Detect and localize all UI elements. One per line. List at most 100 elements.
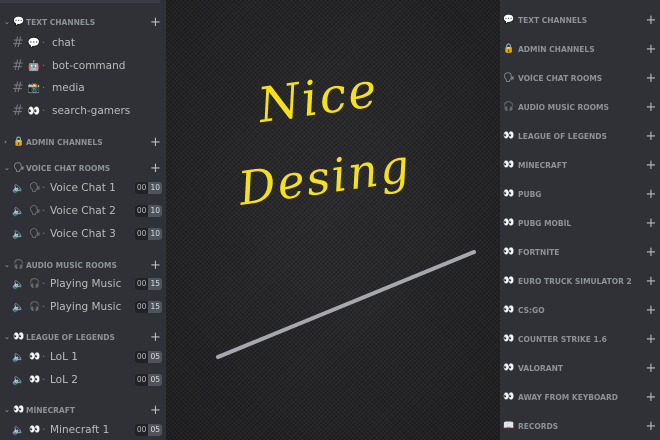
channel-media[interactable]: # 📸 · media: [12, 78, 162, 98]
category-text-channels[interactable]: 💬 TEXT CHANNELS +: [500, 10, 660, 30]
eyes-icon: 👀: [503, 189, 515, 199]
add-channel-icon[interactable]: +: [150, 135, 161, 150]
category-away-from-keyboard[interactable]: 👀 AWAY FROM KEYBOARD +: [500, 387, 660, 407]
add-channel-icon[interactable]: +: [642, 216, 660, 231]
speech-bubble-icon: 💬: [27, 37, 41, 49]
add-channel-icon[interactable]: +: [642, 13, 660, 28]
category-csgo[interactable]: 👀 CS:GO +: [500, 300, 660, 320]
category-league-of-legends[interactable]: ⌄ 👀 LEAGUE OF LEGENDS +: [4, 329, 161, 345]
add-channel-icon[interactable]: +: [642, 303, 660, 318]
lock-icon: 🔒: [13, 137, 25, 147]
channel-name: bot-command: [52, 60, 126, 72]
channel-name: chat: [52, 37, 75, 49]
speaker-icon: 🔈: [12, 424, 25, 436]
category-minecraft[interactable]: 👀 MİNECRAFT +: [500, 155, 660, 175]
add-channel-icon[interactable]: +: [642, 100, 660, 115]
left-channel-sidebar: ⌄ 💬 TEXT CHANNELS + # 💬 · chat # 🤖 · bot…: [0, 0, 166, 440]
chevron-down-icon: ⌄: [4, 406, 10, 414]
category-label: PUBG MOBİL: [518, 218, 572, 228]
add-channel-icon[interactable]: +: [150, 258, 161, 273]
channel-name: Voice Chat 2: [50, 205, 116, 217]
category-valorant[interactable]: 👀 VALORANT +: [500, 358, 660, 378]
chevron-right-icon: ›: [4, 138, 7, 146]
category-admin-channels[interactable]: 🔒 ADMİN CHANNELS +: [500, 39, 660, 59]
minecraft-channel-1[interactable]: 🔈 👀 · Minecraft 1 00 05: [12, 420, 162, 440]
eyes-icon: 👀: [29, 352, 41, 362]
add-channel-icon[interactable]: +: [642, 390, 660, 405]
category-text-channels[interactable]: ⌄ 💬 TEXT CHANNELS +: [4, 14, 161, 30]
channel-name: LoL 2: [50, 374, 78, 386]
category-label: AWAY FROM KEYBOARD: [518, 392, 618, 402]
eyes-icon: 👀: [503, 334, 515, 344]
lol-channel-2[interactable]: 🔈 👀 · LoL 2 00 05: [12, 370, 162, 390]
channel-name: Minecraft 1: [50, 424, 110, 436]
voice-channel-1[interactable]: 🔈 🗣 · Voice Chat 1 00 10: [12, 178, 162, 198]
add-channel-icon[interactable]: +: [642, 158, 660, 173]
category-label: EURO TRUCK SIMULATOR 2: [518, 276, 632, 286]
eyes-icon: 👀: [27, 105, 41, 117]
category-league-of-legends[interactable]: 👀 LEAGUE OF LEGENDS +: [500, 126, 660, 146]
category-records[interactable]: 📖 RECORDS +: [500, 416, 660, 436]
underline-stroke: [216, 250, 476, 359]
channel-name: Playing Music: [50, 278, 122, 290]
add-channel-icon[interactable]: +: [642, 71, 660, 86]
channel-name: LoL 1: [50, 351, 78, 363]
category-voice-chat-rooms[interactable]: 🗣 VOİCE CHAT ROOMS +: [500, 68, 660, 88]
headphones-icon: 🎧: [13, 260, 25, 270]
add-channel-icon[interactable]: +: [642, 129, 660, 144]
speaker-icon: 🔈: [12, 351, 25, 363]
category-counter-strike-16[interactable]: 👀 COUNTER STRIKE 1.6 +: [500, 329, 660, 349]
channel-search-gamers[interactable]: # 👀 · search-gamers: [12, 101, 162, 121]
category-label: VALORANT: [518, 363, 563, 373]
user-limit-badge: 00 15: [134, 278, 162, 290]
category-pubg-mobil[interactable]: 👀 PUBG MOBİL +: [500, 213, 660, 233]
category-label: LEAGUE OF LEGENDS: [518, 131, 607, 141]
headphones-icon: 🎧: [503, 102, 515, 112]
speaker-icon: 🔈: [12, 205, 25, 217]
music-channel-2[interactable]: 🔈 🎧 · Playing Music 00 15: [12, 297, 162, 317]
add-channel-icon[interactable]: +: [642, 361, 660, 376]
speaker-icon: 🔈: [12, 374, 25, 386]
user-limit-badge: 00 05: [134, 351, 162, 363]
add-channel-icon[interactable]: +: [150, 161, 161, 176]
hash-icon: #: [12, 80, 24, 96]
lol-channel-1[interactable]: 🔈 👀 · LoL 1 00 05: [12, 347, 162, 367]
voice-channel-3[interactable]: 🔈 🗣 · Voice Chat 3 00 10: [12, 224, 162, 244]
channel-chat[interactable]: # 💬 · chat: [12, 33, 162, 53]
category-admin-channels[interactable]: › 🔒 ADMİN CHANNELS +: [4, 134, 161, 150]
category-voice-chat-rooms[interactable]: ⌄ 🗣 VOİCE CHAT ROOMS +: [4, 160, 161, 176]
add-channel-icon[interactable]: +: [642, 419, 660, 434]
add-channel-icon[interactable]: +: [642, 274, 660, 289]
category-label: AUDİO MUSİC ROOMS: [26, 260, 117, 270]
speaker-icon: 🔈: [12, 228, 25, 240]
add-channel-icon[interactable]: +: [150, 15, 161, 30]
chevron-down-icon: ⌄: [4, 18, 10, 26]
channel-name: search-gamers: [52, 105, 131, 117]
channel-name: Playing Music: [50, 301, 122, 313]
category-audio-music-rooms[interactable]: ⌄ 🎧 AUDİO MUSİC ROOMS +: [4, 257, 161, 273]
category-label: ADMİN CHANNELS: [518, 44, 595, 54]
category-minecraft[interactable]: ⌄ 👀 MİNECRAFT +: [4, 402, 161, 418]
eyes-icon: 👀: [13, 405, 25, 415]
music-channel-1[interactable]: 🔈 🎧 · Playing Music 00 15: [12, 274, 162, 294]
eyes-icon: 👀: [503, 218, 515, 228]
category-audio-music-rooms[interactable]: 🎧 AUDİO MUSİC ROOMS +: [500, 97, 660, 117]
voice-channel-2[interactable]: 🔈 🗣 · Voice Chat 2 00 10: [12, 201, 162, 221]
add-channel-icon[interactable]: +: [642, 187, 660, 202]
category-euro-truck-simulator-2[interactable]: 👀 EURO TRUCK SIMULATOR 2 +: [500, 271, 660, 291]
category-fortnite[interactable]: 👀 FORTNİTE +: [500, 242, 660, 262]
add-channel-icon[interactable]: +: [642, 245, 660, 260]
category-label: COUNTER STRIKE 1.6: [518, 334, 607, 344]
channel-bot-command[interactable]: # 🤖 · bot-command: [12, 56, 162, 76]
eyes-icon: 👀: [503, 276, 515, 286]
category-label: MİNECRAFT: [26, 405, 75, 415]
add-channel-icon[interactable]: +: [642, 332, 660, 347]
right-category-sidebar: 💬 TEXT CHANNELS + 🔒 ADMİN CHANNELS + 🗣 VOİCE …: [500, 0, 660, 440]
add-channel-icon[interactable]: +: [642, 42, 660, 57]
add-channel-icon[interactable]: +: [150, 330, 161, 345]
sidebar-top-edge: [0, 0, 160, 3]
add-channel-icon[interactable]: +: [150, 403, 161, 418]
user-limit-badge: 00 05: [134, 374, 162, 386]
eyes-icon: 👀: [13, 332, 25, 342]
category-pubg[interactable]: 👀 PUBG +: [500, 184, 660, 204]
